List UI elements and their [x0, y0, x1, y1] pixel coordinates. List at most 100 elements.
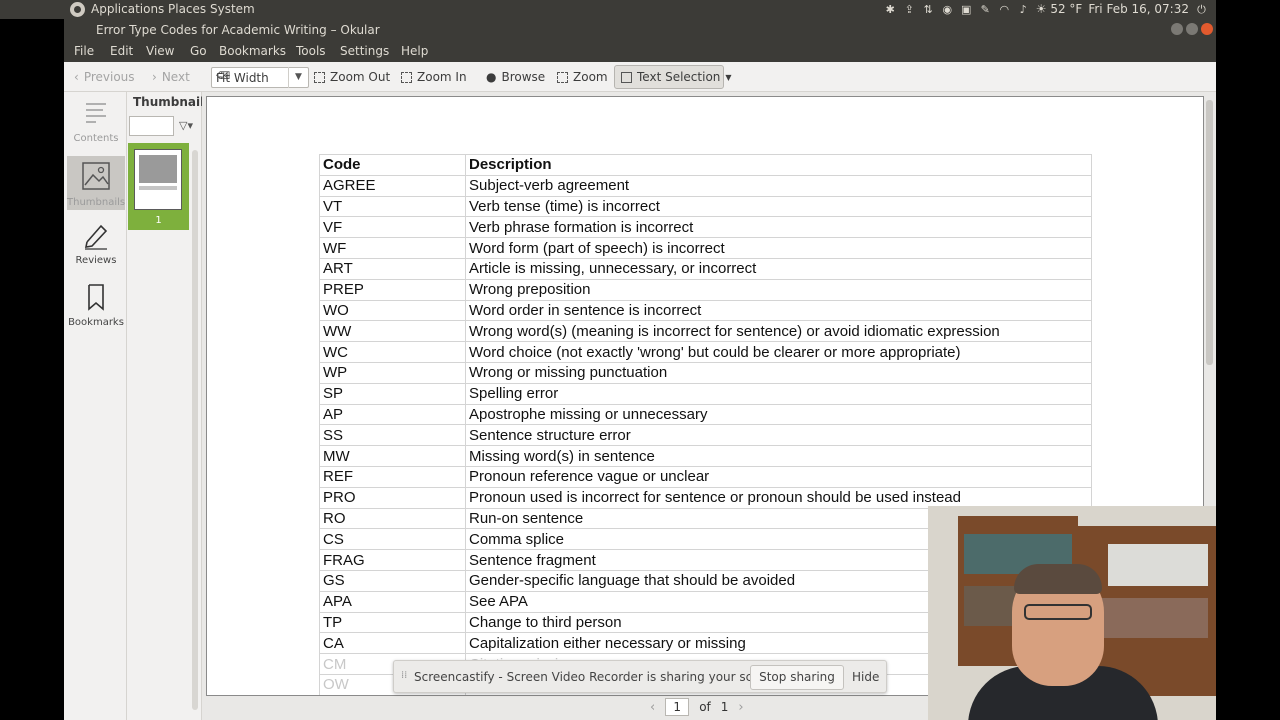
hide-button[interactable]: Hide [852, 670, 879, 684]
code-cell: WW [319, 320, 466, 343]
menu-tools[interactable]: Tools [296, 44, 326, 58]
table-row: VF Verb phrase formation is incorrect [319, 216, 1092, 239]
code-cell: WF [319, 237, 466, 259]
maximize-button[interactable] [1186, 23, 1198, 35]
system-menu[interactable]: System [210, 2, 255, 16]
sharing-message: Screencastify - Screen Video Recorder is… [414, 670, 784, 684]
text-selection-icon [621, 71, 632, 83]
filter-icon[interactable]: ▽▾ [179, 119, 193, 132]
table-row: PRO Pronoun used is incorrect for sentenc… [319, 486, 1092, 509]
clock[interactable]: Fri Feb 16, 07:32 [1088, 2, 1189, 16]
table-row: SP Spelling error [319, 382, 1092, 405]
column-header-description: Description [465, 154, 1092, 176]
sidebar-item-reviews[interactable]: Reviews [67, 220, 125, 272]
menu-file[interactable]: File [74, 44, 94, 58]
applications-menu[interactable]: Applications [91, 2, 164, 16]
system-top-panel: Applications Places System ✱ ⇪ ⇅ ◉ ▣ ✎ ◠… [0, 0, 1216, 19]
description-cell: Word order in sentence is incorrect [465, 299, 1092, 322]
menubar: File Edit View Go Bookmarks Tools Settin… [64, 41, 1216, 62]
description-cell: Word choice (not exactly 'wrong' but cou… [465, 341, 1092, 363]
drag-handle-icon[interactable]: ⁞⁞ [401, 670, 407, 681]
menu-bookmarks[interactable]: Bookmarks [219, 44, 286, 58]
page-thumbnail[interactable]: 1 [128, 143, 189, 230]
page-of-label: of [699, 700, 711, 714]
webcam-overlay [928, 506, 1216, 720]
menu-help[interactable]: Help [401, 44, 428, 58]
table-row: WF Word form (part of speech) is incorrec… [319, 237, 1092, 259]
code-cell: MW [319, 445, 466, 467]
network-transfer-icon[interactable]: ⇅ [922, 3, 935, 16]
notes-icon[interactable]: ✎ [979, 3, 992, 16]
power-icon[interactable]: ⏻ [1195, 3, 1208, 16]
previous-button[interactable]: ‹ Previous [74, 70, 135, 84]
browse-tool-button[interactable]: ● Browse [486, 70, 545, 84]
code-cell: REF [319, 465, 466, 488]
page-navigator: ‹ 1 of 1 › [650, 698, 744, 716]
menu-edit[interactable]: Edit [110, 44, 133, 58]
description-cell: Verb tense (time) is incorrect [465, 195, 1092, 218]
sidebar-item-contents[interactable]: Contents [67, 98, 125, 150]
table-row: WO Word order in sentence is incorrect [319, 299, 1092, 322]
table-row: VT Verb tense (time) is incorrect [319, 195, 1092, 218]
contents-icon [86, 103, 106, 123]
table-row: REF Pronoun reference vague or unclear [319, 465, 1092, 488]
person-hair [1014, 564, 1102, 594]
person-glasses [1024, 604, 1092, 620]
code-cell: GS [319, 569, 466, 592]
code-cell: RO [319, 507, 466, 530]
thumbnails-search-input[interactable] [129, 116, 174, 136]
table-row: WC Word choice (not exactly 'wrong' but c… [319, 341, 1092, 363]
dropdown-arrow-icon[interactable]: ▼ [725, 73, 731, 82]
stop-sharing-button[interactable]: Stop sharing [750, 665, 844, 690]
document-scrollbar[interactable] [1206, 100, 1213, 365]
thumbnails-scrollbar[interactable] [192, 150, 198, 710]
volume-icon[interactable]: ♪ [1017, 3, 1030, 16]
minimize-button[interactable] [1171, 23, 1183, 35]
table-row: ART Article is missing, unnecessary, or i… [319, 257, 1092, 280]
table-row: WW Wrong word(s) (meaning is incorrect fo… [319, 320, 1092, 343]
code-cell: APA [319, 590, 466, 613]
places-menu[interactable]: Places [168, 2, 206, 16]
page-thumbnail-preview [134, 149, 182, 210]
code-cell: ART [319, 257, 466, 280]
code-cell: AGREE [319, 174, 466, 197]
upload-icon[interactable]: ⇪ [903, 3, 916, 16]
code-cell: WC [319, 341, 466, 363]
description-cell: Wrong word(s) (meaning is incorrect for … [465, 320, 1092, 343]
binders-row [1108, 544, 1208, 586]
menu-settings[interactable]: Settings [340, 44, 389, 58]
code-cell: SS [319, 424, 466, 447]
next-page-icon[interactable]: › [738, 700, 743, 715]
ubuntu-logo-icon[interactable] [70, 2, 85, 17]
weather-indicator[interactable]: ☀ 52 °F [1036, 2, 1083, 16]
previous-page-icon[interactable]: ‹ [650, 700, 655, 715]
sidebar-item-bookmarks[interactable]: Bookmarks [67, 282, 125, 334]
browser-icon[interactable]: ◉ [941, 3, 954, 16]
sidebar-item-thumbnails[interactable]: Thumbnails [67, 156, 125, 210]
zoom-in-button[interactable]: Zoom In [401, 70, 467, 84]
zoom-mode-dropdown[interactable]: ▼ [288, 67, 308, 88]
description-cell: Apostrophe missing or unnecessary [465, 403, 1092, 426]
display-icon[interactable]: ▣ [960, 3, 973, 16]
settings-gear-icon[interactable]: ✱ [884, 3, 897, 16]
table-row: MW Missing word(s) in sentence [319, 445, 1092, 467]
hand-icon: ● [486, 70, 497, 84]
window-title-bar[interactable]: Error Type Codes for Academic Writing – … [64, 19, 1216, 41]
description-cell: Sentence structure error [465, 424, 1092, 447]
code-cell: AP [319, 403, 466, 426]
zoom-out-button[interactable]: Zoom Out [314, 70, 390, 84]
sun-icon: ☀ [1035, 2, 1047, 16]
screen: Applications Places System ✱ ⇪ ⇅ ◉ ▣ ✎ ◠… [0, 0, 1280, 720]
page-thumbnail-number: 1 [155, 215, 162, 226]
description-cell: Pronoun used is incorrect for sentence o… [465, 486, 1092, 509]
next-button[interactable]: › Next [152, 70, 190, 84]
current-page-field[interactable]: 1 [665, 698, 690, 716]
menu-go[interactable]: Go [190, 44, 207, 58]
description-cell: Pronoun reference vague or unclear [465, 465, 1092, 488]
table-row: AP Apostrophe missing or unnecessary [319, 403, 1092, 426]
menu-view[interactable]: View [146, 44, 174, 58]
code-cell: WP [319, 361, 466, 384]
close-button[interactable] [1201, 23, 1213, 35]
zoom-tool-button[interactable]: Zoom [557, 70, 608, 84]
wifi-icon[interactable]: ◠ [998, 3, 1011, 16]
